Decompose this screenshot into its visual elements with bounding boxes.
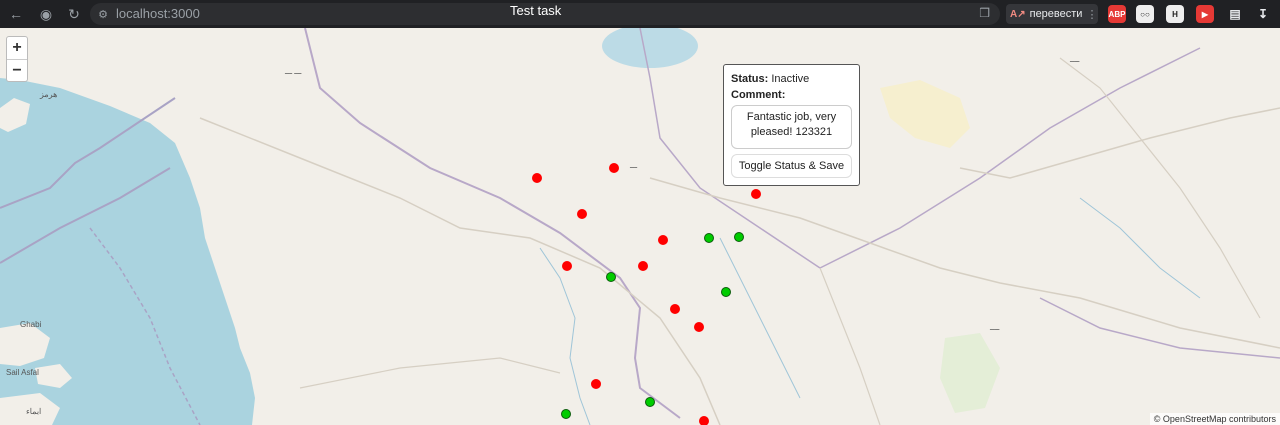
svg-text:ـــ: ـــ: [629, 161, 638, 170]
place-label: Sail Asfal: [6, 368, 39, 377]
map-marker[interactable]: [699, 416, 709, 425]
translate-label: перевести: [1029, 8, 1083, 20]
status-label: Status:: [731, 73, 769, 85]
youtube-extension-icon[interactable]: ▶: [1196, 5, 1214, 23]
browser-toolbar: ← ◉ ↻ ⚙ localhost:3000 ❒ Test task A↗ пе…: [0, 0, 1280, 28]
zoom-out-button[interactable]: −: [7, 59, 27, 81]
map-marker[interactable]: [645, 397, 655, 407]
adblock-extension-icon[interactable]: ABP: [1108, 5, 1126, 23]
reader-extension-icon[interactable]: ▤: [1226, 5, 1244, 23]
map-marker[interactable]: [532, 173, 542, 183]
site-info-icon[interactable]: ⚙: [96, 7, 110, 21]
zoom-control: + −: [6, 36, 28, 82]
toggle-status-save-button[interactable]: Toggle Status & Save: [731, 154, 852, 178]
map-marker[interactable]: [561, 409, 571, 419]
place-label: Ghabi: [20, 320, 42, 329]
status-row: Status: Inactive: [731, 71, 852, 87]
map-marker[interactable]: [721, 287, 731, 297]
download-icon[interactable]: ↧: [1254, 5, 1272, 23]
map-marker[interactable]: [670, 304, 680, 314]
translate-icon: A↗: [1010, 8, 1026, 20]
status-value: Inactive: [771, 73, 810, 85]
map-base-layer: ـــ ـــ ـــ ــــ ــــ: [0, 28, 1280, 425]
map-marker[interactable]: [704, 233, 714, 243]
h-extension-icon[interactable]: H: [1166, 5, 1184, 23]
map-marker[interactable]: [658, 235, 668, 245]
place-label: هرمز: [40, 90, 58, 99]
map-attribution[interactable]: © OpenStreetMap contributors: [1149, 413, 1280, 425]
svg-text:ــــ: ــــ: [1069, 55, 1080, 64]
page-title: Test task: [510, 3, 562, 18]
svg-text:ـــ ـــ: ـــ ـــ: [284, 67, 302, 76]
translate-button[interactable]: A↗ перевести ⋮: [1006, 4, 1098, 24]
back-arrow-icon[interactable]: ←: [6, 4, 26, 24]
comment-textarea[interactable]: Fantastic job, very pleased! 123321: [731, 105, 852, 149]
marker-popup: Status: Inactive Comment: Fantastic job,…: [723, 64, 860, 186]
map-marker[interactable]: [734, 232, 744, 242]
map-marker[interactable]: [638, 261, 648, 271]
map-marker[interactable]: [609, 163, 619, 173]
map-marker[interactable]: [577, 209, 587, 219]
map-marker[interactable]: [591, 379, 601, 389]
map-marker[interactable]: [694, 322, 704, 332]
map-marker[interactable]: [606, 272, 616, 282]
map-marker[interactable]: [751, 189, 761, 199]
map-container[interactable]: ـــ ـــ ـــ ــــ ــــ Ghabi Sail Asfal ا…: [0, 28, 1280, 425]
bookmark-icon[interactable]: ❒: [979, 6, 990, 20]
profile-icon[interactable]: ◉: [36, 4, 56, 24]
zoom-in-button[interactable]: +: [7, 37, 27, 59]
url-text: localhost:3000: [116, 6, 200, 21]
svg-text:ــــ: ــــ: [989, 323, 1000, 332]
reload-icon[interactable]: ↻: [64, 4, 84, 24]
comment-label: Comment:: [731, 89, 786, 101]
place-label: ابماء: [26, 407, 42, 416]
glasses-extension-icon[interactable]: ○○: [1136, 5, 1154, 23]
map-marker[interactable]: [562, 261, 572, 271]
more-options-icon[interactable]: ⋮: [1086, 8, 1097, 21]
